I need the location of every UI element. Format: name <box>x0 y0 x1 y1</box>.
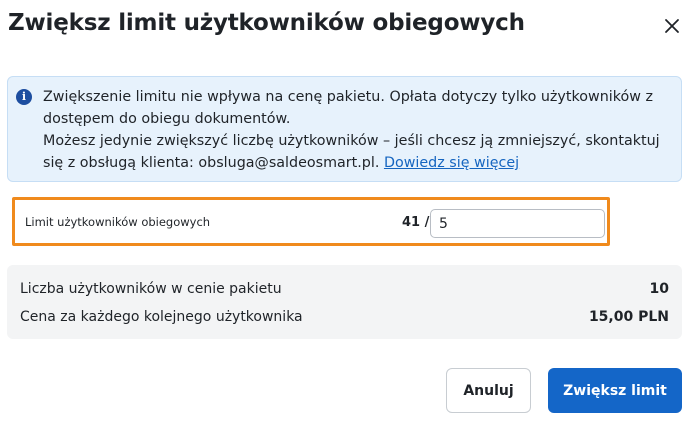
dialog-title: Zwiększ limit użytkowników obiegowych <box>8 10 525 36</box>
current-limit-value: 41 / <box>402 215 430 230</box>
included-users-value: 10 <box>649 281 669 297</box>
info-line-1: Zwiększenie limitu nie wpływa na cenę pa… <box>43 89 653 127</box>
info-line-2-text: Możesz jedynie zwiększyć liczbę użytkown… <box>43 133 660 171</box>
info-icon: i <box>16 89 32 105</box>
extra-user-price-label: Cena za każdego kolejnego użytkownika <box>20 309 303 325</box>
close-icon <box>665 19 679 33</box>
increase-limit-button[interactable]: Zwiększ limit <box>548 368 682 413</box>
close-button[interactable] <box>660 14 684 38</box>
info-alert: i Zwiększenie limitu nie wpływa na cenę … <box>7 76 682 182</box>
increase-limit-dialog: Zwiększ limit użytkowników obiegowych i … <box>0 0 694 429</box>
info-line-2: Możesz jedynie zwiększyć liczbę użytkown… <box>43 130 673 174</box>
limit-input[interactable] <box>430 209 605 238</box>
extra-user-price-value: 15,00 PLN <box>588 309 669 325</box>
limit-field-row: Limit użytkowników obiegowych 41 / <box>12 197 610 246</box>
cancel-button[interactable]: Anuluj <box>446 368 531 413</box>
learn-more-link[interactable]: Dowiedz się więcej <box>384 155 519 171</box>
extra-user-price-row: Cena za każdego kolejnego użytkownika 15… <box>20 309 669 325</box>
info-text: Zwiększenie limitu nie wpływa na cenę pa… <box>43 86 673 174</box>
included-users-row: Liczba użytkowników w cenie pakietu 10 <box>20 281 669 297</box>
included-users-label: Liczba użytkowników w cenie pakietu <box>20 281 282 297</box>
limit-label: Limit użytkowników obiegowych <box>25 215 211 229</box>
pricing-summary: Liczba użytkowników w cenie pakietu 10 C… <box>7 265 682 339</box>
